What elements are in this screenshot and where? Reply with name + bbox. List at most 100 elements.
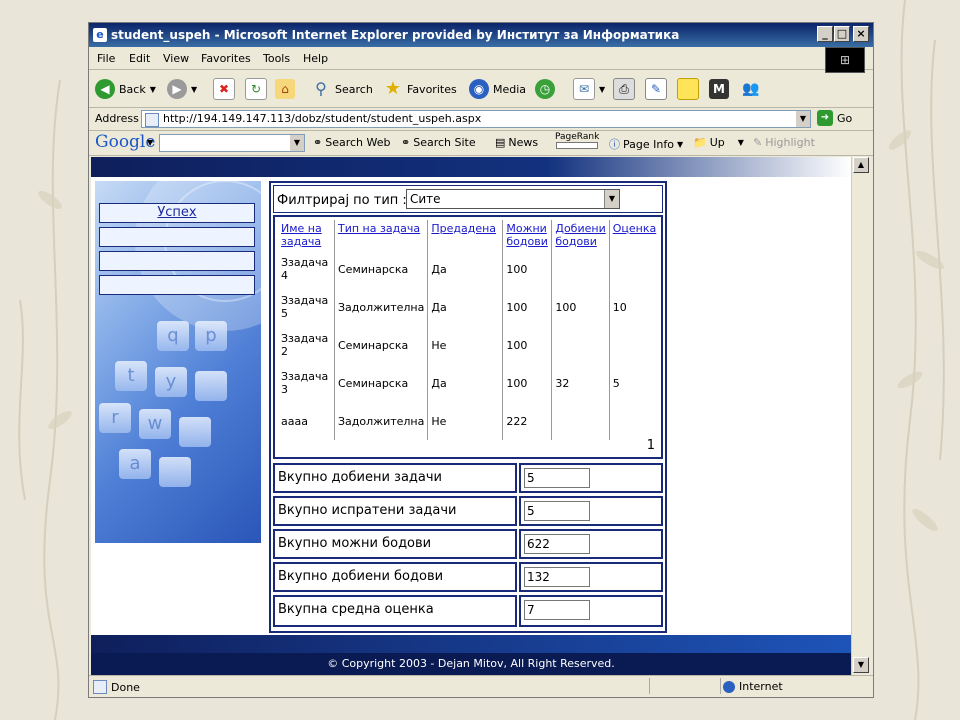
pagerank-bar — [556, 142, 599, 149]
page-info-button[interactable]: ⓘ Page Info ▼ — [609, 136, 683, 152]
internet-globe-icon — [723, 680, 735, 693]
forward-button[interactable]: ▶ ▼ — [167, 77, 197, 101]
menu-file[interactable]: File — [97, 52, 115, 65]
chevron-down-icon[interactable]: ▼ — [147, 138, 153, 147]
mail-button[interactable]: ✉ ▼ — [573, 77, 605, 101]
filter-row: Филтрирај по тип : Сите ▼ — [273, 185, 663, 213]
cell-submitted: Да — [427, 250, 504, 288]
summary-row: Вкупно добиени бодови — [273, 562, 663, 592]
history-button[interactable]: ◷ — [535, 77, 555, 101]
media-button[interactable]: ◉ Media — [469, 77, 526, 101]
cell-submitted: Да — [427, 364, 504, 402]
pager-page-1[interactable]: 1 — [647, 438, 655, 453]
google-search-input[interactable]: ▼ — [159, 134, 305, 152]
windows-logo-icon: ⊞ — [825, 47, 865, 73]
chevron-down-icon: ▼ — [599, 84, 606, 94]
column-header-earned-points[interactable]: Добиени бодови — [551, 220, 610, 250]
search-button[interactable]: ⚲ Search — [311, 77, 373, 101]
favorites-button[interactable]: ★ Favorites — [383, 77, 457, 101]
address-dropdown-icon[interactable]: ▼ — [796, 111, 810, 127]
chevron-down-icon[interactable]: ▼ — [290, 135, 304, 151]
key-decoration — [159, 457, 191, 487]
scroll-down-icon[interactable]: ▼ — [853, 657, 869, 673]
sidebar-item-empty — [99, 251, 255, 271]
m-icon: M — [709, 79, 729, 99]
results-panel: Филтрирај по тип : Сите ▼ Име на задача … — [269, 181, 667, 633]
column-header-grade[interactable]: Оценка — [609, 220, 660, 250]
printer-icon: ⎙ — [613, 78, 635, 100]
status-done: Done — [93, 680, 140, 694]
total-possible-points-field[interactable] — [524, 534, 590, 554]
close-button[interactable]: × — [853, 26, 869, 42]
key-decoration — [195, 371, 227, 401]
back-button[interactable]: ◀ Back ▼ — [95, 77, 156, 101]
back-label: Back — [119, 82, 146, 96]
summary-label: Вкупна средна оценка — [273, 595, 517, 627]
sidebar-item-uspeh[interactable]: Успех — [99, 203, 255, 223]
menu-view[interactable]: View — [163, 52, 189, 65]
menu-edit[interactable]: Edit — [129, 52, 150, 65]
contacts-button[interactable]: 👥 — [741, 77, 761, 101]
table-row: Ззадача 5 Задолжителна Да 100 100 10 — [278, 288, 660, 326]
chevron-down-icon: ▼ — [149, 84, 156, 94]
chevron-down-icon: ▼ — [676, 139, 684, 149]
info-icon: ⓘ — [609, 138, 620, 151]
column-header-task-name[interactable]: Име на задача — [278, 220, 335, 250]
search-site-button[interactable]: ⚭ Search Site — [401, 136, 476, 149]
column-header-submitted[interactable]: Предадена — [427, 220, 504, 250]
cell-task-name: аааа — [278, 402, 335, 440]
binoculars-icon: ⚭ — [313, 136, 323, 149]
window-title: student_uspeh - Microsoft Internet Explo… — [111, 28, 680, 42]
key-decoration: y — [155, 367, 187, 397]
menu-favorites[interactable]: Favorites — [201, 52, 251, 65]
search-site-label: Search Site — [413, 136, 476, 149]
refresh-icon: ↻ — [245, 78, 267, 100]
total-received-tasks-field[interactable] — [524, 468, 590, 488]
average-grade-field[interactable] — [524, 600, 590, 620]
discuss-button[interactable] — [677, 77, 699, 101]
cell-possible-points: 100 — [502, 288, 553, 326]
key-decoration — [179, 417, 211, 447]
page-icon — [145, 113, 159, 127]
news-button[interactable]: ▤ News — [495, 136, 538, 149]
address-input[interactable]: http://194.149.147.113/dobz/student/stud… — [141, 110, 811, 128]
sidebar-keyboard-image: q p t y r w a Успех — [95, 181, 261, 543]
print-button[interactable]: ⎙ — [613, 77, 635, 101]
minimize-button[interactable]: _ — [817, 26, 833, 42]
up-label: Up — [709, 136, 725, 149]
page-info-label: Page Info — [623, 137, 674, 151]
total-earned-points-field[interactable] — [524, 567, 590, 587]
up-button[interactable]: 📁 Up ▼ — [693, 136, 744, 149]
total-submitted-tasks-field[interactable] — [524, 501, 590, 521]
search-icon: ⚲ — [315, 79, 327, 98]
forward-arrow-icon: ▶ — [167, 79, 187, 99]
go-button[interactable]: ➜ Go — [817, 110, 852, 126]
mail-icon: ✉ — [573, 78, 595, 100]
cell-grade: 10 — [612, 300, 627, 314]
refresh-button[interactable]: ↻ — [245, 77, 267, 101]
star-icon: ★ — [384, 78, 402, 99]
stop-button[interactable]: ✖ — [213, 77, 235, 101]
home-button[interactable]: ⌂ — [275, 77, 295, 101]
highlight-button[interactable]: ✎ Highlight — [753, 136, 815, 149]
menu-help[interactable]: Help — [303, 52, 328, 65]
search-web-button[interactable]: ⚭ Search Web — [313, 136, 391, 149]
status-bar: Done Internet — [89, 675, 873, 698]
menu-tools[interactable]: Tools — [263, 52, 290, 65]
status-zone-text: Internet — [739, 680, 783, 693]
scroll-up-icon[interactable]: ▲ — [853, 157, 869, 173]
highlighter-icon: ✎ — [753, 136, 763, 149]
column-header-task-type[interactable]: Тип на задача — [334, 220, 429, 250]
edit-button[interactable]: ✎ — [645, 77, 667, 101]
summary-value-cell — [519, 595, 663, 627]
filter-type-select[interactable]: Сите ▼ — [406, 189, 620, 209]
chevron-down-icon: ▼ — [604, 190, 619, 208]
vertical-scrollbar[interactable]: ▲ ▼ — [851, 157, 870, 675]
column-header-possible-points[interactable]: Можни бодови — [502, 220, 553, 250]
standard-toolbar: ◀ Back ▼ ▶ ▼ ✖ ↻ ⌂ ⚲ Search ★ Favorites … — [89, 71, 873, 108]
chevron-down-icon: ▼ — [191, 84, 198, 94]
cell-submitted: Не — [427, 326, 504, 364]
messenger-button[interactable]: M — [709, 77, 729, 101]
maximize-button[interactable]: □ — [834, 26, 850, 42]
pagerank-indicator: PageRank — [555, 132, 599, 149]
